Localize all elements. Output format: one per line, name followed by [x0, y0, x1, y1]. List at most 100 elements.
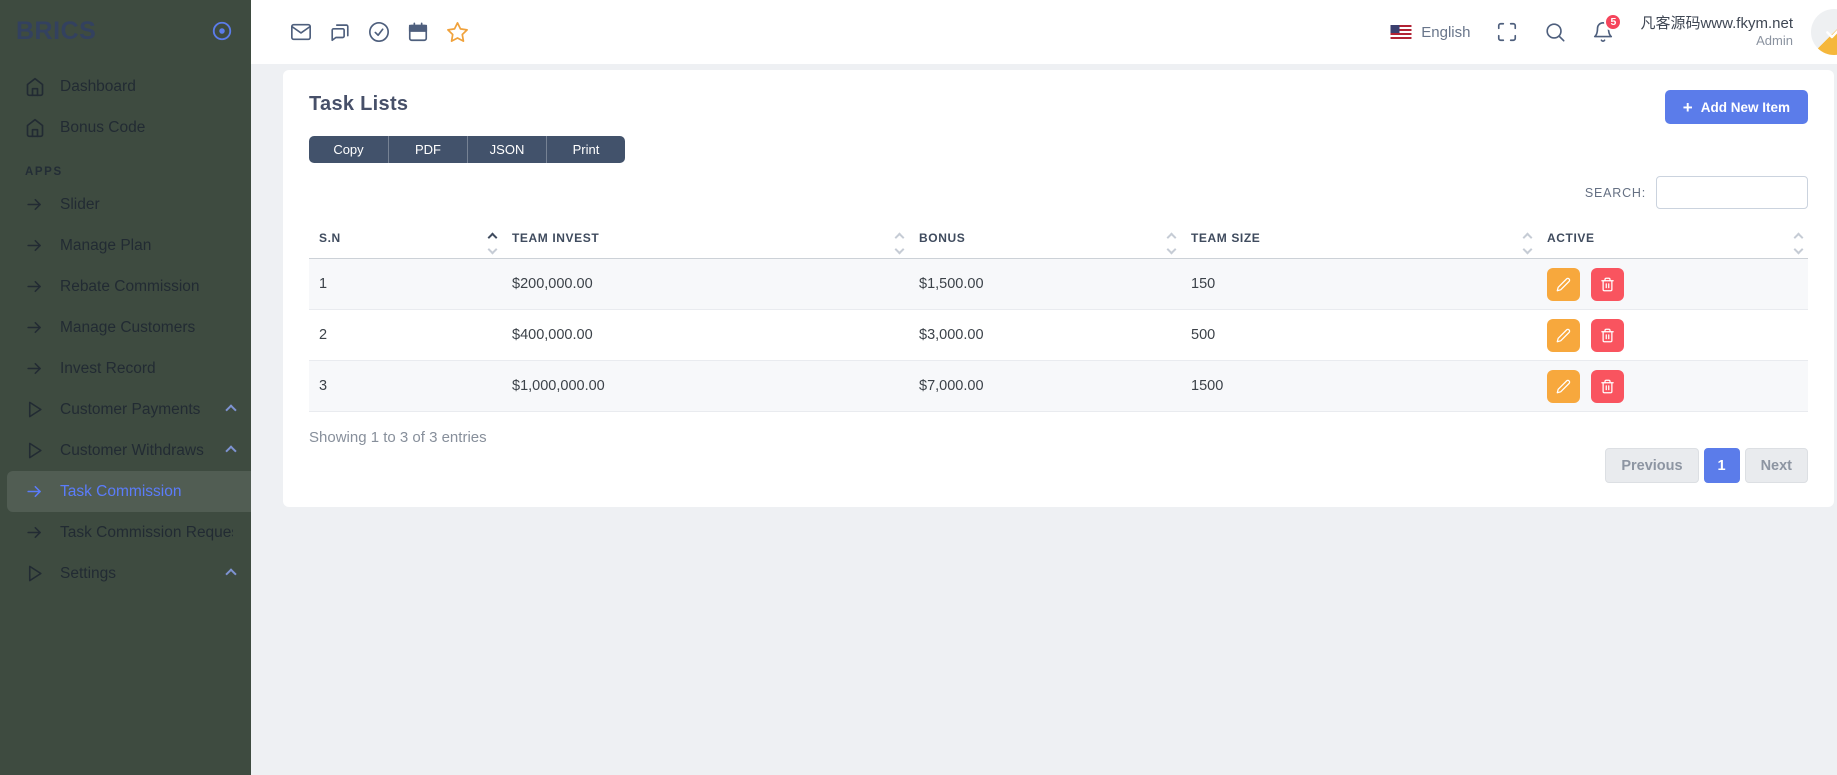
sort-icons [1166, 232, 1177, 255]
cell-bonus: $7,000.00 [919, 378, 984, 394]
sidebar-item-manage-customers[interactable]: Manage Customers [0, 307, 251, 348]
table-search-input[interactable] [1656, 176, 1808, 209]
search-icon[interactable] [1544, 21, 1566, 43]
edit-button[interactable] [1547, 267, 1580, 301]
user-name: 凡客源码www.fkym.net [1640, 14, 1793, 32]
pagination-next[interactable]: Next [1744, 448, 1808, 483]
cell-team-invest: $200,000.00 [512, 276, 593, 292]
chevron-up-icon [225, 444, 237, 457]
calendar-icon[interactable] [407, 21, 429, 43]
arrow-right-icon [25, 523, 45, 543]
sidebar-item-slider[interactable]: Slider [0, 184, 251, 225]
sort-icons [1793, 232, 1804, 255]
sidebar-item-label: Slider [60, 195, 100, 213]
pencil-icon [1556, 328, 1571, 343]
header-quick-icons [290, 21, 468, 43]
sidebar-item-label: Settings [60, 564, 117, 582]
sidebar-item-invest-record[interactable]: Invest Record [0, 348, 251, 389]
sidebar-item-label: Bonus Code [60, 118, 146, 136]
sort-icons [894, 232, 905, 255]
cell-sn: 3 [319, 378, 328, 394]
print-button[interactable]: Print [546, 136, 625, 163]
star-icon[interactable] [446, 21, 468, 43]
header-right-group: English 5 凡客源码www.fkym.net Admin [1390, 9, 1837, 55]
add-new-item-button[interactable]: + Add New Item [1664, 90, 1808, 124]
json-button[interactable]: JSON [467, 136, 546, 163]
play-icon [25, 400, 45, 420]
sort-icons [1522, 232, 1533, 255]
sidebar-item-customer-withdraws[interactable]: Customer Withdraws [0, 430, 251, 471]
column-header-active[interactable]: ACTIVE [1537, 225, 1808, 259]
cell-bonus: $3,000.00 [919, 327, 984, 343]
sidebar-item-manage-plan[interactable]: Manage Plan [0, 225, 251, 266]
sidebar-item-customer-payments[interactable]: Customer Payments [0, 389, 251, 430]
sidebar-logo-bar: BRICS [0, 0, 251, 62]
sidebar-item-label: Rebate Commission [60, 277, 200, 295]
sidebar-item-dashboard[interactable]: Dashboard [0, 66, 251, 107]
cell-actions [1537, 259, 1808, 310]
mail-icon[interactable] [290, 21, 312, 43]
table-search-row: SEARCH: [309, 176, 1808, 209]
column-header-bonus[interactable]: BONUS [909, 225, 1181, 259]
fullscreen-icon[interactable] [1496, 21, 1518, 43]
check-icon [1824, 22, 1837, 42]
search-label: SEARCH: [1584, 185, 1646, 200]
pagination-previous[interactable]: Previous [1605, 448, 1699, 483]
language-selector[interactable]: English [1390, 24, 1470, 41]
language-label: English [1421, 23, 1471, 41]
edit-button[interactable] [1547, 318, 1580, 352]
table-row: 3 $1,000,000.00 $7,000.00 1500 [309, 360, 1808, 412]
delete-button[interactable] [1591, 267, 1625, 301]
cell-actions [1537, 310, 1808, 361]
delete-button[interactable] [1591, 318, 1625, 352]
arrow-right-icon [25, 359, 45, 379]
cell-sn: 1 [319, 276, 328, 292]
cell-team-invest: $1,000,000.00 [512, 378, 605, 394]
card-header-row: Task Lists + Add New Item [309, 90, 1808, 124]
sidebar-item-task-commission-request[interactable]: Task Commission Request [0, 512, 251, 553]
arrow-right-icon [25, 236, 45, 256]
pdf-button[interactable]: PDF [388, 136, 467, 163]
arrow-right-icon [25, 318, 45, 338]
avatar[interactable] [1811, 9, 1837, 55]
cell-team-size: 1500 [1191, 378, 1224, 394]
sidebar-item-label: Customer Payments [60, 400, 201, 418]
sidebar-item-task-commission[interactable]: Task Commission [7, 471, 251, 512]
task-lists-card: Task Lists + Add New Item Copy PDF JSON … [283, 70, 1834, 507]
column-header-sn[interactable]: S.N [309, 225, 502, 259]
trash-icon [1600, 328, 1615, 343]
home-icon [25, 118, 45, 138]
user-menu[interactable]: 凡客源码www.fkym.net Admin [1640, 15, 1793, 50]
sidebar-item-rebate-commission[interactable]: Rebate Commission [0, 266, 251, 307]
sidebar-item-label: Task Commission [60, 482, 182, 500]
user-role: Admin [1756, 33, 1793, 49]
edit-button[interactable] [1547, 369, 1580, 403]
copy-button[interactable]: Copy [309, 136, 388, 163]
sidebar-item-label: Task Commission Request [60, 523, 233, 541]
cell-team-invest: $400,000.00 [512, 327, 593, 343]
check-circle-icon[interactable] [368, 21, 390, 43]
pagination-page-1[interactable]: 1 [1703, 448, 1740, 483]
play-icon [25, 564, 45, 584]
arrow-right-icon [25, 277, 45, 297]
export-button-group: Copy PDF JSON Print [309, 136, 625, 163]
delete-button[interactable] [1591, 369, 1625, 403]
column-header-team-invest[interactable]: TEAM INVEST [502, 225, 909, 259]
sidebar-item-label: Customer Withdraws [60, 441, 204, 459]
table-row: 2 $400,000.00 $3,000.00 500 [309, 310, 1808, 361]
top-header: English 5 凡客源码www.fkym.net Admin [251, 0, 1837, 64]
sidebar-item-label: Dashboard [60, 77, 136, 95]
cell-actions [1537, 361, 1808, 412]
chat-icon[interactable] [329, 21, 351, 43]
cell-bonus: $1,500.00 [919, 276, 984, 292]
sidebar: BRICS Dashboard Bonus Code APPS Slider M… [0, 0, 251, 775]
home-icon [25, 77, 45, 97]
sort-icons [487, 232, 498, 255]
task-table: S.N TEAM INVEST BONUS TEAM SIZE ACTIVE 1… [309, 225, 1808, 412]
table-footer: Showing 1 to 3 of 3 entries Previous 1 N… [309, 412, 1808, 483]
column-header-team-size[interactable]: TEAM SIZE [1181, 225, 1537, 259]
sidebar-item-settings[interactable]: Settings [0, 553, 251, 594]
sidebar-item-bonus-code[interactable]: Bonus Code [0, 107, 251, 148]
notifications-button[interactable]: 5 [1592, 13, 1623, 43]
sidebar-toggle-icon[interactable] [211, 20, 233, 42]
